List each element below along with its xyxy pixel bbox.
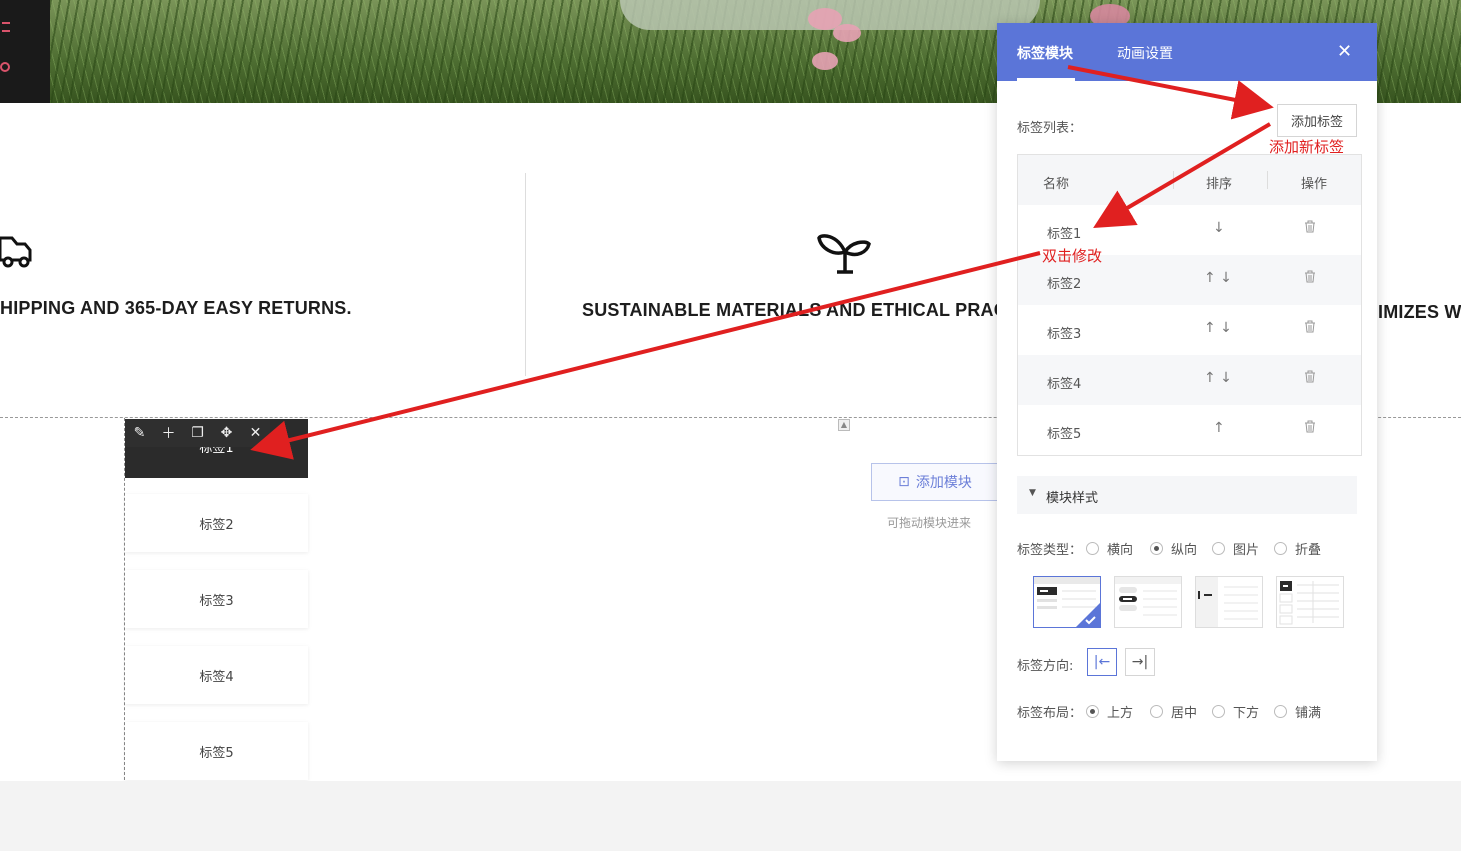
arrow-to-tag1 [1093,122,1272,229]
arrow-to-add-tag [1067,65,1274,120]
annotation-arrows [250,65,1274,460]
arrow-to-canvas [250,251,1041,460]
